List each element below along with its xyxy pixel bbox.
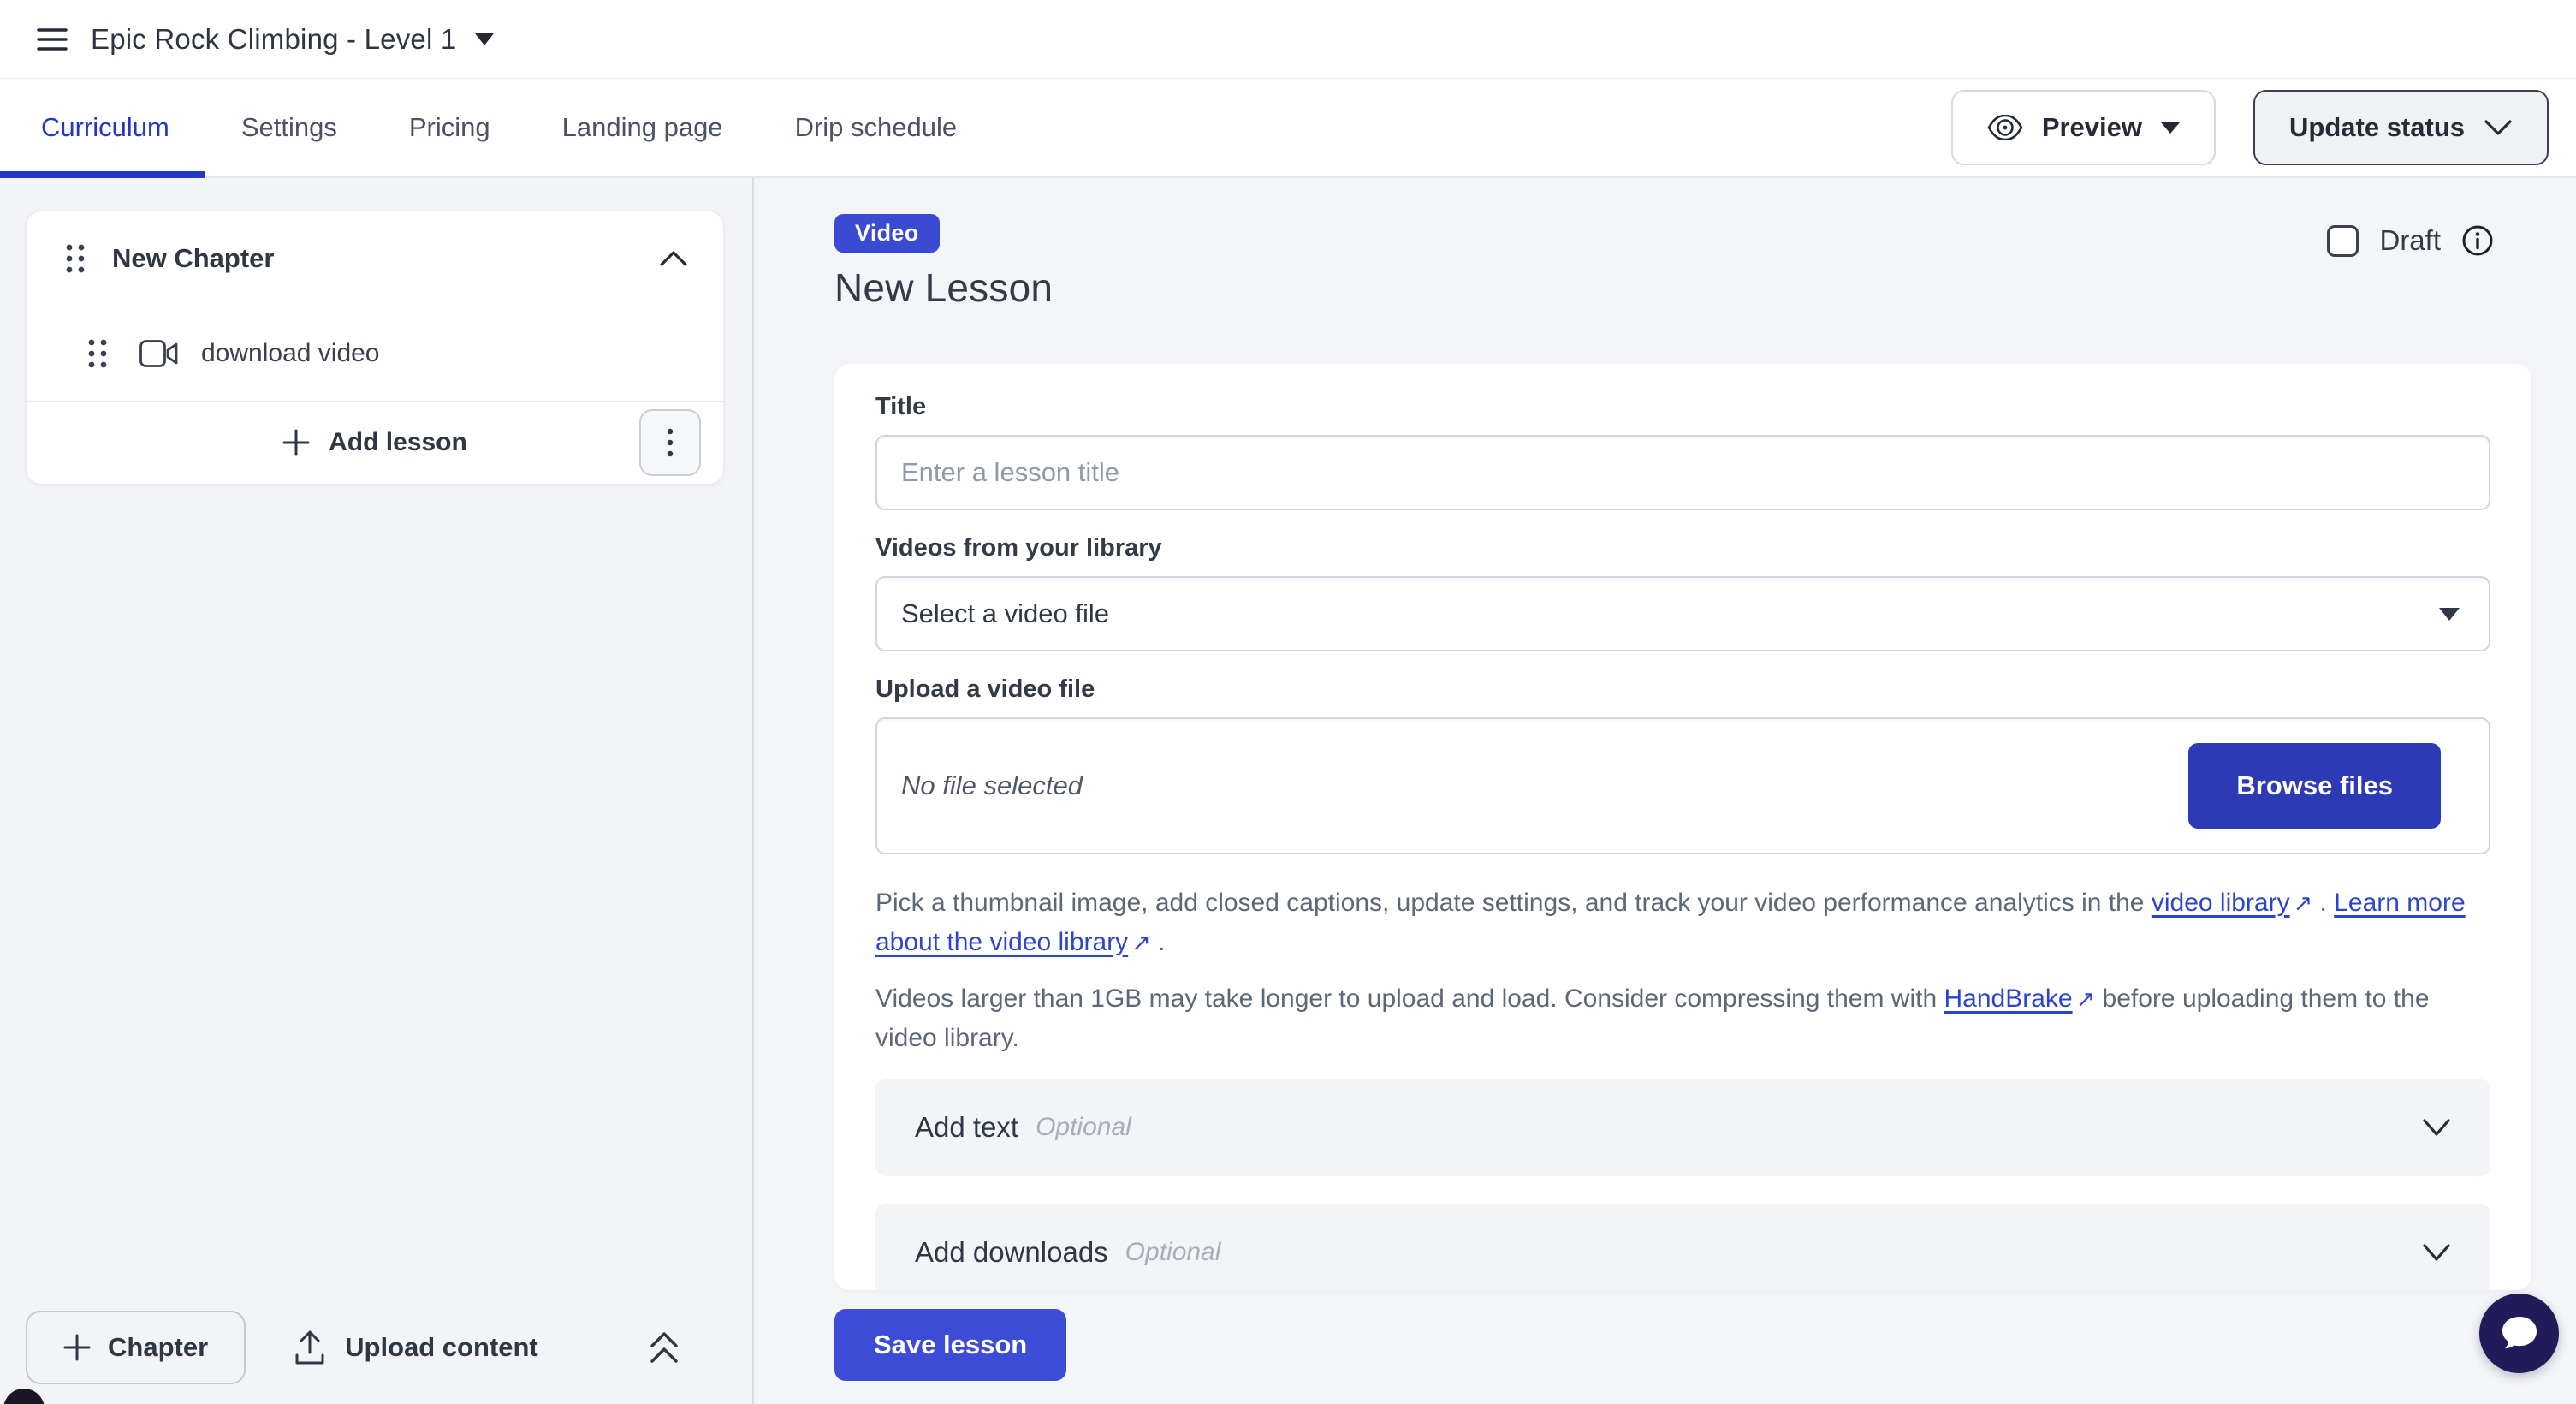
hamburger-menu-icon[interactable] bbox=[26, 13, 79, 66]
tab-bar: Curriculum Settings Pricing Landing page… bbox=[0, 79, 2576, 178]
optional-label: Optional bbox=[1036, 1113, 1131, 1142]
lesson-title: download video bbox=[201, 339, 380, 368]
add-text-label: Add text bbox=[915, 1111, 1018, 1144]
chapter-card: New Chapter download video bbox=[26, 211, 724, 485]
title-label: Title bbox=[875, 395, 2490, 419]
plus-icon bbox=[282, 429, 310, 456]
tab-settings[interactable]: Settings bbox=[205, 79, 373, 176]
upload-content-button[interactable]: Upload content bbox=[294, 1330, 538, 1365]
content-area: New Chapter download video bbox=[0, 178, 2576, 1404]
upload-field-group: Upload a video file No file selected Bro… bbox=[875, 677, 2490, 854]
tab-curriculum[interactable]: Curriculum bbox=[0, 79, 205, 176]
add-text-section[interactable]: Add text Optional bbox=[875, 1079, 2490, 1176]
add-lesson-row: Add lesson bbox=[27, 402, 723, 484]
lesson-editor: Video New Lesson Draft Title Videos from… bbox=[754, 178, 2576, 1404]
app-window: Epic Rock Climbing - Level 1 Curriculum … bbox=[0, 0, 2576, 1404]
caret-down-icon bbox=[2439, 608, 2460, 621]
tab-actions: Preview Update status bbox=[1951, 79, 2576, 176]
upload-label: Upload a video file bbox=[875, 677, 2490, 702]
compression-help-text: Videos larger than 1GB may take longer t… bbox=[875, 979, 2490, 1058]
double-chevron-up-icon bbox=[646, 1329, 682, 1366]
draft-toggle: Draft bbox=[2327, 224, 2494, 257]
caret-down-icon bbox=[2161, 122, 2180, 134]
select-value: Select a video file bbox=[901, 598, 1109, 629]
eye-icon bbox=[1987, 115, 2023, 140]
help-text: . bbox=[2312, 889, 2334, 917]
curriculum-sidebar: New Chapter download video bbox=[0, 178, 754, 1404]
video-library-help-text: Pick a thumbnail image, add closed capti… bbox=[875, 883, 2490, 962]
video-library-link[interactable]: video library bbox=[2152, 889, 2290, 917]
course-switcher[interactable]: Epic Rock Climbing - Level 1 bbox=[91, 23, 494, 56]
tab-drip-schedule[interactable]: Drip schedule bbox=[759, 79, 994, 176]
external-link-icon: ↗ bbox=[2073, 986, 2096, 1012]
update-status-button[interactable]: Update status bbox=[2253, 90, 2549, 165]
file-upload-box: No file selected Browse files bbox=[875, 717, 2490, 854]
video-camera-icon bbox=[139, 340, 179, 367]
lesson-form-card: Title Videos from your library Select a … bbox=[834, 364, 2531, 1290]
drag-handle-icon[interactable] bbox=[86, 336, 109, 371]
video-library-select[interactable]: Select a video file bbox=[875, 576, 2490, 651]
external-link-icon: ↗ bbox=[1128, 930, 1151, 955]
lesson-title-input[interactable] bbox=[875, 435, 2490, 510]
library-field-group: Videos from your library Select a video … bbox=[875, 536, 2490, 651]
caret-down-icon bbox=[475, 33, 494, 45]
help-text: . bbox=[1151, 928, 1166, 956]
help-text: Pick a thumbnail image, add closed capti… bbox=[875, 889, 2152, 917]
sidebar-footer: Chapter Upload content bbox=[0, 1291, 752, 1404]
kebab-menu-icon bbox=[667, 427, 674, 458]
chevron-up-icon[interactable] bbox=[658, 249, 689, 268]
chat-widget-button[interactable] bbox=[2479, 1294, 2559, 1373]
optional-label: Optional bbox=[1125, 1238, 1221, 1267]
browse-files-button[interactable]: Browse files bbox=[2188, 743, 2441, 829]
no-file-text: No file selected bbox=[901, 770, 1083, 801]
collapse-all-button[interactable] bbox=[646, 1329, 682, 1366]
external-link-icon: ↗ bbox=[2290, 890, 2313, 916]
drag-handle-icon[interactable] bbox=[64, 241, 86, 276]
preview-label: Preview bbox=[2042, 112, 2142, 143]
title-field-group: Title bbox=[875, 395, 2490, 510]
chapter-button-label: Chapter bbox=[108, 1332, 208, 1363]
add-downloads-label: Add downloads bbox=[915, 1236, 1108, 1269]
lesson-item[interactable]: download video bbox=[27, 306, 723, 401]
chapter-header[interactable]: New Chapter bbox=[27, 211, 723, 306]
top-header: Epic Rock Climbing - Level 1 bbox=[0, 0, 2576, 79]
tab-pricing[interactable]: Pricing bbox=[373, 79, 526, 176]
add-lesson-label: Add lesson bbox=[329, 428, 467, 457]
plus-icon bbox=[63, 1334, 91, 1361]
lesson-type-badge: Video bbox=[834, 214, 940, 253]
upload-content-label: Upload content bbox=[345, 1332, 538, 1363]
upload-icon bbox=[294, 1330, 326, 1365]
add-lesson-button[interactable]: Add lesson bbox=[282, 428, 467, 457]
save-lesson-button[interactable]: Save lesson bbox=[834, 1309, 1066, 1381]
chevron-down-icon bbox=[2422, 1118, 2451, 1137]
update-status-label: Update status bbox=[2289, 112, 2465, 143]
chevron-down-icon bbox=[2484, 119, 2513, 136]
draft-label: Draft bbox=[2379, 224, 2441, 257]
add-chapter-button[interactable]: Chapter bbox=[26, 1311, 246, 1384]
add-downloads-section[interactable]: Add downloads Optional bbox=[875, 1204, 2490, 1290]
library-label: Videos from your library bbox=[875, 536, 2490, 561]
chapter-menu-button[interactable] bbox=[639, 409, 701, 476]
speech-bubble-icon bbox=[2497, 1313, 2542, 1354]
course-title: Epic Rock Climbing - Level 1 bbox=[91, 23, 456, 56]
info-icon[interactable] bbox=[2461, 224, 2494, 257]
page-title: New Lesson bbox=[834, 265, 2531, 311]
handbrake-link[interactable]: HandBrake bbox=[1944, 985, 2073, 1013]
help-text: Videos larger than 1GB may take longer t… bbox=[875, 985, 1944, 1013]
chapter-title: New Chapter bbox=[112, 243, 274, 274]
tab-landing-page[interactable]: Landing page bbox=[526, 79, 759, 176]
draft-checkbox[interactable] bbox=[2327, 225, 2359, 257]
chevron-down-icon bbox=[2422, 1243, 2451, 1262]
preview-button[interactable]: Preview bbox=[1951, 90, 2216, 165]
